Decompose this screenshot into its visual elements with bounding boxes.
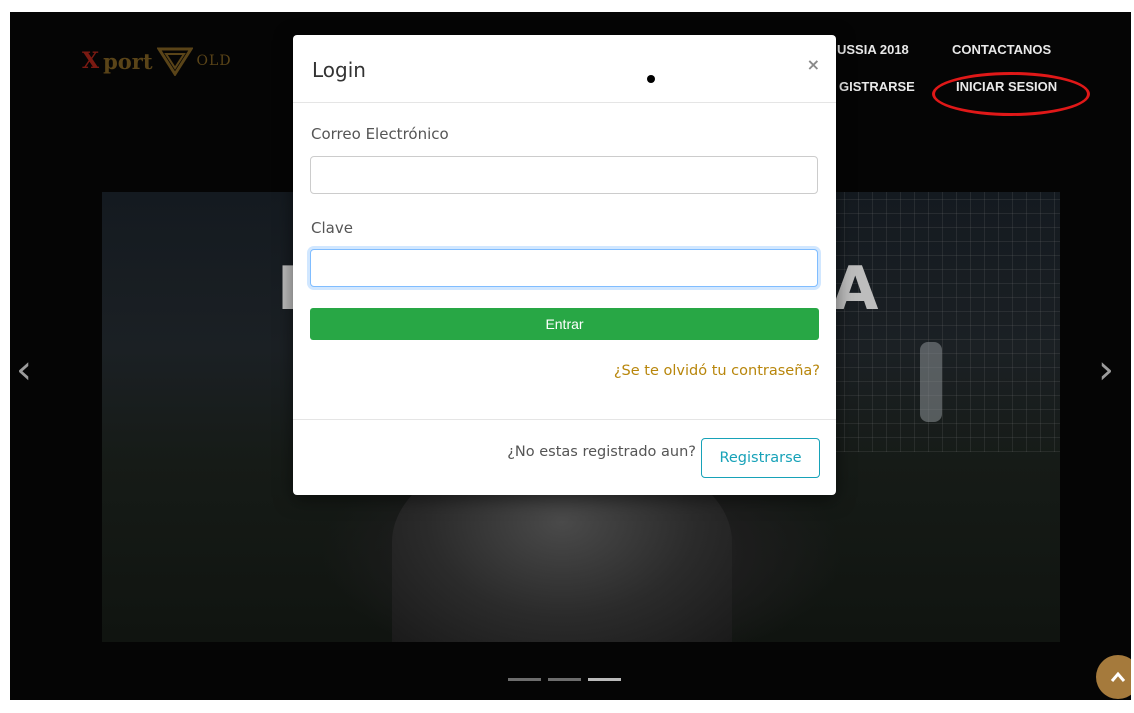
logo-suffix: OLD: [196, 53, 232, 69]
forgot-password-link[interactable]: ¿Se te olvidó tu contraseña?: [614, 363, 820, 379]
carousel-indicators: [508, 678, 621, 681]
nav-russia-2018[interactable]: USSIA 2018: [837, 42, 909, 57]
nav-registrarse[interactable]: GISTRARSE: [839, 79, 915, 94]
goal-post: [920, 342, 942, 422]
brand-logo[interactable]: X port OLD: [82, 46, 232, 76]
modal-title: Login: [312, 58, 366, 82]
modal-header: Login ×: [293, 35, 836, 103]
submit-button[interactable]: Entrar: [310, 308, 819, 340]
email-field[interactable]: [310, 156, 818, 194]
email-label: Correo Electrónico: [311, 125, 449, 143]
hero-text-right: A: [832, 254, 879, 324]
close-icon[interactable]: ×: [807, 55, 820, 74]
password-label: Clave: [311, 219, 353, 237]
login-modal: Login × Correo Electrónico Clave Entrar …: [293, 35, 836, 495]
scroll-top-button[interactable]: [1096, 655, 1131, 699]
not-registered-text: ¿No estas registrado aun?: [507, 444, 696, 460]
carousel-indicator-active[interactable]: [588, 678, 621, 681]
mouse-cursor-dot: [647, 75, 655, 83]
carousel-indicator[interactable]: [548, 678, 581, 681]
logo-shield-icon: [156, 47, 193, 76]
logo-x: X: [82, 48, 100, 74]
chevron-up-icon: [1110, 671, 1126, 682]
modal-footer: ¿No estas registrado aun? Registrarse: [293, 419, 836, 496]
carousel-indicator[interactable]: [508, 678, 541, 681]
nav-contactanos[interactable]: CONTACTANOS: [952, 42, 1051, 57]
carousel-prev-icon[interactable]: ‹: [16, 350, 32, 390]
password-field[interactable]: [310, 249, 818, 287]
annotation-circle: [932, 72, 1090, 116]
register-button[interactable]: Registrarse: [701, 438, 820, 478]
logo-word: port: [103, 48, 153, 74]
carousel-next-icon[interactable]: ›: [1098, 350, 1114, 390]
